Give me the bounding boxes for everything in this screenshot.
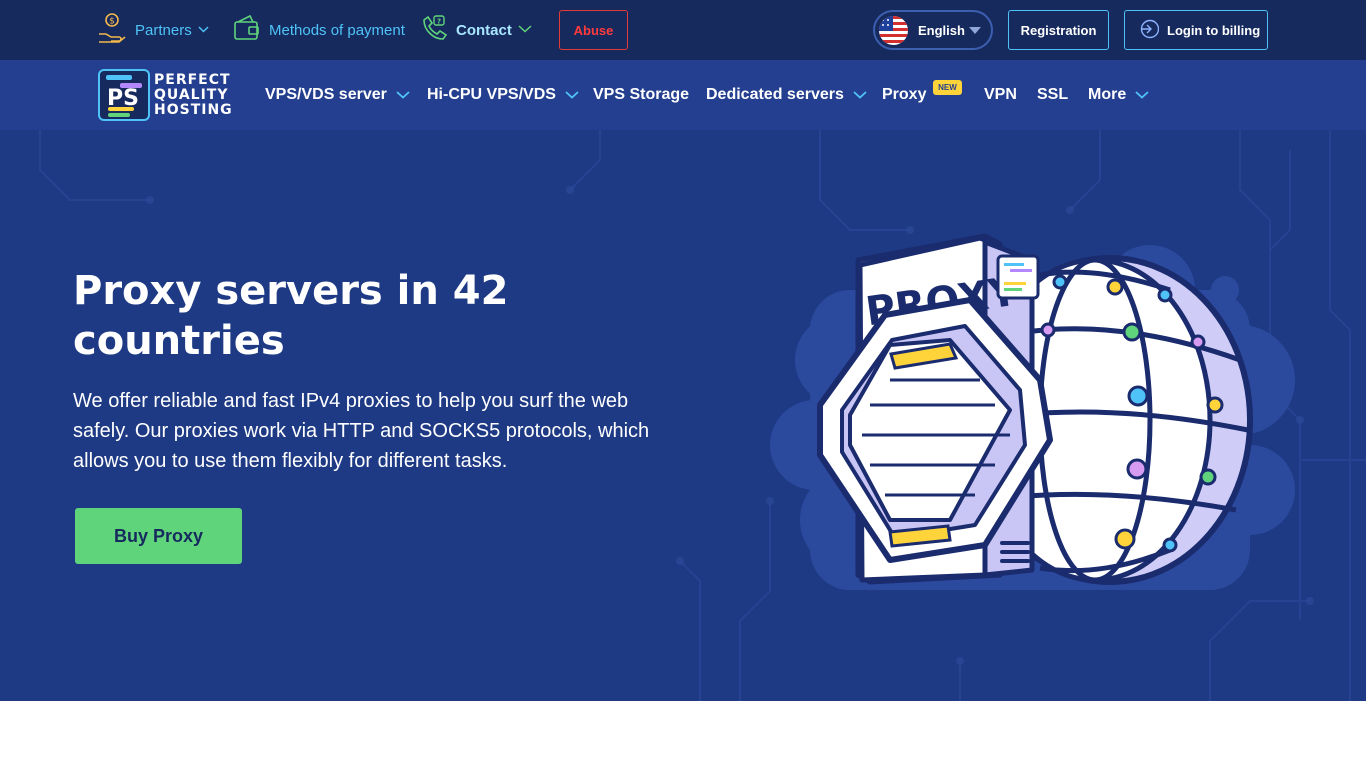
svg-text:$: $: [109, 17, 115, 27]
new-badge: NEW: [933, 80, 962, 95]
logo[interactable]: PS PERFECT QUALITY HOSTING: [98, 69, 243, 121]
login-to-billing-button[interactable]: Login to billing: [1124, 10, 1268, 50]
hero-section: Proxy servers in 42 countries We offer r…: [0, 130, 1366, 701]
nav-proxy[interactable]: Proxy: [882, 60, 926, 130]
phone-icon: ?: [420, 14, 448, 46]
partners-menu[interactable]: $ Partners: [97, 0, 209, 60]
logo-mark-icon: PS: [98, 69, 150, 121]
main-navigation: PS PERFECT QUALITY HOSTING VPS/VDS serve…: [0, 60, 1366, 130]
language-selector[interactable]: English: [873, 10, 993, 50]
us-flag-icon: [879, 16, 908, 45]
contact-label: Contact: [456, 21, 512, 39]
wallet-icon: [233, 14, 261, 46]
proxy-server-globe-illustration: PROXY: [770, 233, 1295, 590]
hero-title: Proxy servers in 42 countries: [73, 268, 509, 364]
chevron-down-icon: [198, 24, 209, 36]
contact-menu[interactable]: ? Contact: [420, 0, 532, 60]
language-label: English: [918, 23, 965, 38]
nav-ssl[interactable]: SSL: [1037, 60, 1068, 130]
nav-hi-cpu-vps-vds[interactable]: Hi-CPU VPS/VDS: [427, 60, 579, 130]
caret-down-icon: [969, 27, 981, 34]
nav-vps-vds-server[interactable]: VPS/VDS server: [265, 60, 410, 130]
payment-methods-link[interactable]: Methods of payment: [233, 0, 405, 60]
login-arrow-icon: [1139, 19, 1160, 42]
chevron-down-icon: [518, 24, 532, 36]
login-label: Login to billing: [1167, 22, 1261, 38]
partners-label: Partners: [135, 21, 192, 39]
money-hand-icon: $: [97, 12, 127, 48]
nav-vps-storage[interactable]: VPS Storage: [593, 60, 689, 130]
abuse-button[interactable]: Abuse: [559, 10, 628, 50]
chevron-down-icon: [396, 86, 410, 104]
chevron-down-icon: [565, 86, 579, 104]
top-bar: $ Partners Methods of payment ? Contact …: [0, 0, 1366, 60]
nav-dedicated-servers[interactable]: Dedicated servers: [706, 60, 867, 130]
registration-button[interactable]: Registration: [1008, 10, 1109, 50]
nav-more[interactable]: More: [1088, 60, 1149, 130]
payment-methods-label: Methods of payment: [269, 21, 405, 39]
buy-proxy-button[interactable]: Buy Proxy: [75, 508, 242, 564]
svg-text:?: ?: [437, 18, 441, 26]
hero-description: We offer reliable and fast IPv4 proxies …: [73, 390, 650, 472]
logo-text: PERFECT QUALITY HOSTING: [154, 72, 233, 118]
chevron-down-icon: [853, 86, 867, 104]
chevron-down-icon: [1135, 86, 1149, 104]
nav-vpn[interactable]: VPN: [984, 60, 1017, 130]
